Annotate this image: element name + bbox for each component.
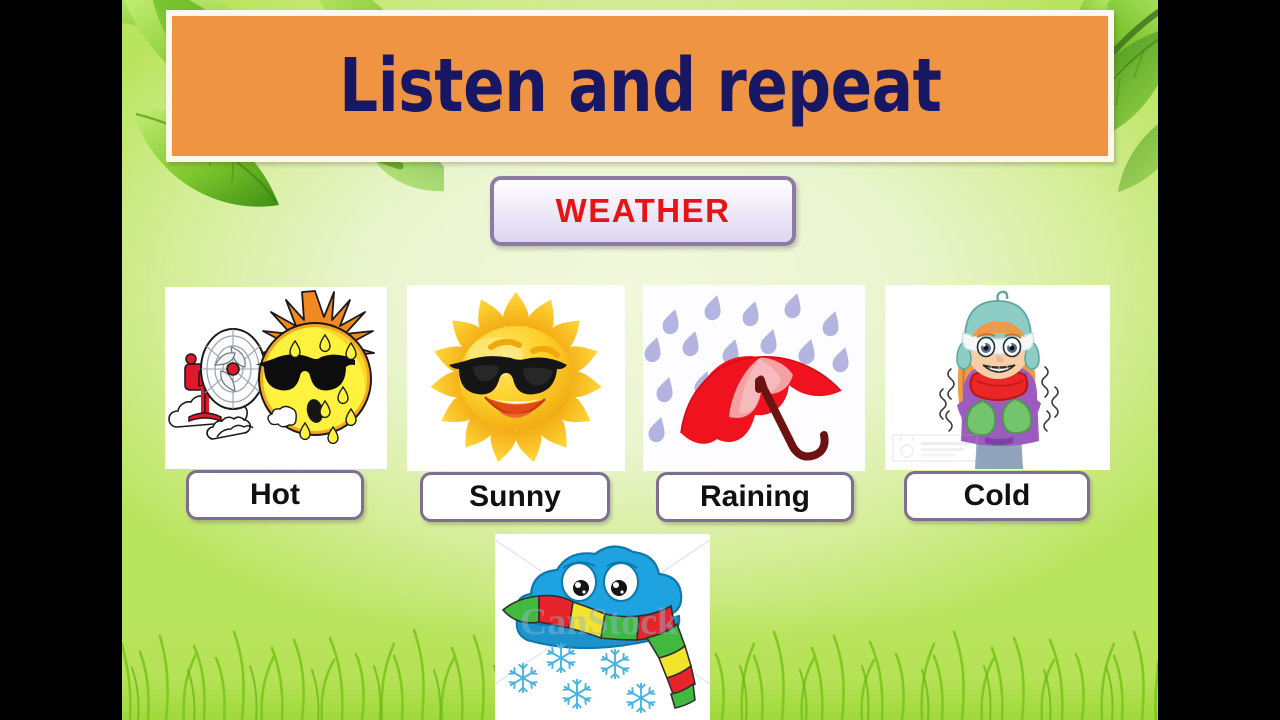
page-title: Listen and repeat (338, 43, 942, 129)
weather-card-hot[interactable] (165, 287, 387, 469)
smiling-sun-with-sunglasses-icon (407, 285, 625, 471)
weather-card-sunny[interactable] (407, 285, 625, 471)
title-banner: Listen and repeat (166, 10, 1114, 162)
weather-card-cold[interactable] (885, 285, 1110, 470)
word-label-raining[interactable]: Raining (656, 472, 854, 522)
slide-stage: Listen and repeat WEATHER CanStock Hot S… (0, 0, 1280, 720)
word-label-hot-text: Hot (250, 478, 300, 511)
umbrella-with-raindrops-icon (643, 285, 865, 471)
word-label-raining-text: Raining (700, 480, 810, 513)
slide-canvas: Listen and repeat WEATHER CanStock Hot S… (122, 0, 1158, 720)
letterbox-bar-left (0, 0, 122, 720)
topic-badge: WEATHER (490, 176, 796, 246)
weather-card-snowing[interactable]: CanStock (495, 534, 710, 720)
word-label-sunny-text: Sunny (469, 480, 561, 513)
weather-card-raining[interactable] (643, 285, 865, 471)
word-label-cold[interactable]: Cold (904, 471, 1090, 521)
sweating-sun-with-fan-icon (165, 287, 387, 469)
word-label-cold-text: Cold (963, 479, 1031, 512)
topic-badge-label: WEATHER (555, 192, 731, 229)
shivering-girl-icon (885, 285, 1110, 470)
cloud-with-scarf-and-snowflakes-icon: CanStock (495, 534, 710, 720)
word-label-hot[interactable]: Hot (186, 470, 364, 520)
letterbox-bar-right (1158, 0, 1280, 720)
word-label-sunny[interactable]: Sunny (420, 472, 610, 522)
snow-card-watermark: CanStock (520, 601, 679, 643)
